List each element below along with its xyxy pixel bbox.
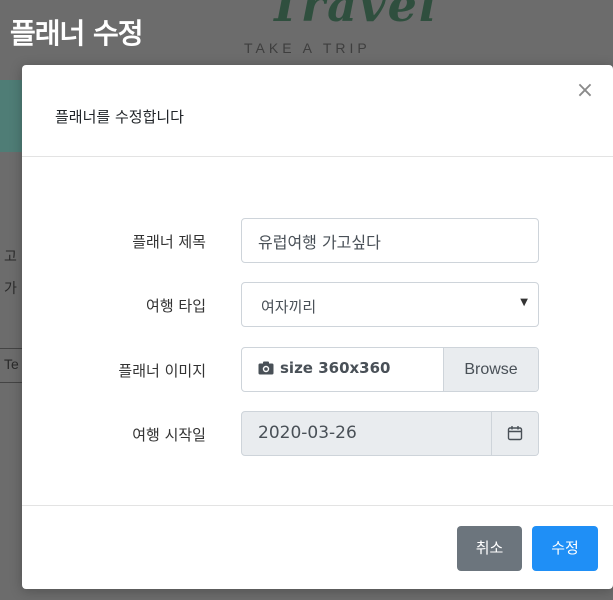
planner-image-file-input[interactable]: size 360x360 Browse xyxy=(241,347,539,392)
planner-title-label: 플래너 제목 xyxy=(132,233,206,251)
file-input-label: size 360x360 xyxy=(258,359,391,377)
camera-icon xyxy=(258,361,274,375)
trip-type-value: 여자끼리 xyxy=(261,298,317,316)
calendar-button[interactable] xyxy=(491,412,538,455)
caret-down-icon: ▼ xyxy=(520,297,528,308)
modal-title: 플래너를 수정합니다 xyxy=(55,108,184,126)
file-size-hint: size 360x360 xyxy=(280,359,391,377)
planner-title-input[interactable] xyxy=(241,218,539,263)
save-button[interactable]: 수정 xyxy=(532,526,598,571)
start-date-label: 여행 시작일 xyxy=(132,426,206,444)
form-row-type: 여행 타입 여자끼리 ▼ xyxy=(22,282,613,328)
site-tagline: TAKE A TRIP xyxy=(244,40,371,56)
cancel-button[interactable]: 취소 xyxy=(457,526,522,571)
background-text-fragment: Te xyxy=(4,356,19,372)
trip-type-select[interactable]: 여자끼리 ▼ xyxy=(241,282,539,327)
start-date-input[interactable]: 2020-03-26 xyxy=(241,411,539,456)
start-date-value: 2020-03-26 xyxy=(258,423,357,443)
form-row-start-date: 여행 시작일 2020-03-26 xyxy=(22,411,613,457)
planner-image-label: 플래너 이미지 xyxy=(118,362,206,380)
site-logo: Travel xyxy=(268,0,439,32)
modal-footer: 취소 수정 xyxy=(22,505,613,589)
trip-type-label: 여행 타입 xyxy=(146,297,206,315)
page-title: 플래너 수정 xyxy=(10,17,144,50)
background-text-fragment: 가 xyxy=(4,280,17,296)
calendar-icon xyxy=(507,426,523,441)
close-icon[interactable]: × xyxy=(573,79,597,103)
edit-planner-modal: 플래너를 수정합니다 × 플래너 제목 여행 타입 여자끼리 ▼ 플래너 이미지… xyxy=(22,65,613,589)
form-row-image: 플래너 이미지 size 360x360 Browse xyxy=(22,347,613,393)
form-row-title: 플래너 제목 xyxy=(22,218,613,264)
browse-button[interactable]: Browse xyxy=(443,348,538,391)
background-text-fragment: 고 xyxy=(4,248,17,264)
modal-header: 플래너를 수정합니다 × xyxy=(22,65,613,157)
